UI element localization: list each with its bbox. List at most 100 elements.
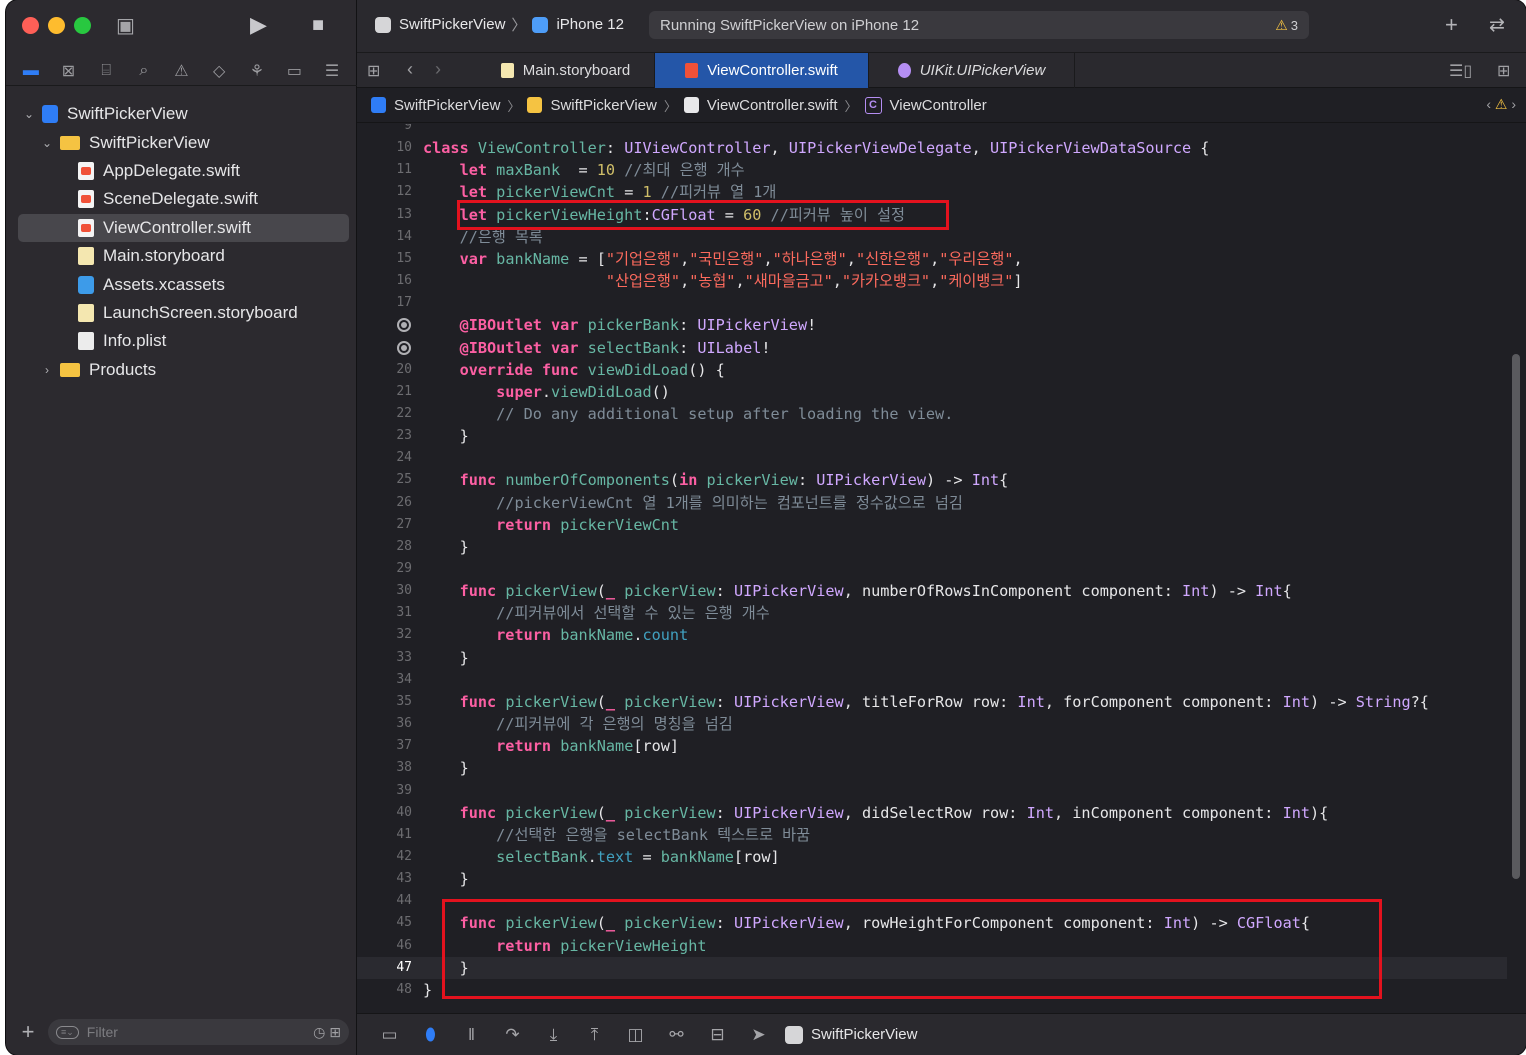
code-line[interactable]: 38 } <box>357 757 1507 779</box>
editor-scrollbar[interactable] <box>1512 354 1520 879</box>
sidebar-item[interactable]: SceneDelegate.swift <box>6 185 357 213</box>
zoom-window-button[interactable] <box>74 17 91 34</box>
related-items-grid-icon[interactable]: ⊞ <box>367 61 380 81</box>
code-line[interactable]: 27 return pickerViewCnt <box>357 514 1507 536</box>
code-line[interactable]: 42 selectBank.text = bankName[row] <box>357 846 1507 868</box>
close-window-button[interactable] <box>22 17 39 34</box>
source-control-icon[interactable]: ⊠ <box>56 61 80 81</box>
chevron-down-icon[interactable]: ⌄ <box>40 136 54 150</box>
sidebar-item[interactable]: Assets.xcassets <box>6 270 357 298</box>
breakpoint-tag-icon[interactable]: ▭ <box>282 61 306 81</box>
view-hierarchy-icon[interactable]: ◫ <box>615 1025 656 1045</box>
environment-overrides-icon[interactable]: ⊟ <box>697 1025 738 1045</box>
filter-input[interactable]: ≡⌄ Filter ◷ ⊞ <box>48 1019 349 1045</box>
chevron-left-icon[interactable]: ‹ <box>1486 96 1491 112</box>
code-line[interactable]: 25 func numberOfComponents(in pickerView… <box>357 469 1507 491</box>
sidebar-item[interactable]: ViewController.swift <box>18 213 349 242</box>
issue-navigation[interactable]: ‹ ⚠ › <box>1486 96 1516 113</box>
source-editor[interactable]: 48} 47 } 46 return pickerViewHeight 45 func… <box>357 124 1526 1013</box>
stop-button-icon[interactable]: ■ <box>312 15 324 35</box>
code-line[interactable]: 15 var bankName = ["기업은행","국민은행","하나은행",… <box>357 248 1507 270</box>
code-line[interactable]: @IBOutlet var selectBank: UILabel! <box>357 337 1507 359</box>
sidebar-item[interactable]: LaunchScreen.storyboard <box>6 299 357 327</box>
tab-viewcontroller-swift[interactable]: ViewController.swift <box>655 53 869 88</box>
code-line[interactable]: 24 <box>357 447 1507 469</box>
filter-options-icon[interactable]: ≡⌄ <box>56 1025 79 1039</box>
code-line[interactable]: 16 "산업은행","농협","새마을금고","카카오뱅크","케이뱅크"] <box>357 270 1507 292</box>
outlet-connection-icon[interactable] <box>397 318 411 333</box>
code-review-icon[interactable]: ⇄ <box>1489 14 1505 37</box>
breadcrumb-group[interactable]: SwiftPickerView <box>527 97 657 114</box>
code-line[interactable]: 35 func pickerView(_ pickerView: UIPicke… <box>357 691 1507 713</box>
tab-uikit-uipickerview[interactable]: UIKit.UIPickerView <box>869 53 1075 88</box>
line-number: 21 <box>396 383 412 399</box>
code-line[interactable]: 9 <box>357 124 1507 137</box>
editor-options-icon[interactable]: ☰▯ <box>1449 61 1472 81</box>
sidebar-item[interactable]: AppDelegate.swift <box>6 157 357 185</box>
code-line[interactable]: 22 // Do any additional setup after load… <box>357 403 1507 425</box>
debug-spray-icon[interactable]: ⚘ <box>245 61 269 81</box>
code-line[interactable]: 37 return bankName[row] <box>357 735 1507 757</box>
breakpoints-toggle-icon[interactable]: ⬮ <box>410 1025 451 1045</box>
scheme-selector[interactable]: SwiftPickerView 〉 iPhone 12 <box>375 14 624 35</box>
step-over-icon[interactable]: ↷ <box>492 1025 533 1045</box>
test-diamond-icon[interactable]: ◇ <box>207 61 231 81</box>
sidebar-item[interactable]: Info.plist <box>6 327 357 355</box>
code-line[interactable]: 32 return bankName.count <box>357 624 1507 646</box>
symbol-navigator-icon[interactable]: ⌸ <box>94 62 118 80</box>
code-line[interactable]: @IBOutlet var pickerBank: UIPickerView! <box>357 314 1507 336</box>
issue-warning-icon[interactable]: ⚠ <box>169 61 193 81</box>
memory-graph-icon[interactable]: ⚯ <box>656 1025 697 1045</box>
code-line[interactable]: 30 func pickerView(_ pickerView: UIPicke… <box>357 580 1507 602</box>
debug-target[interactable]: SwiftPickerView <box>785 1025 917 1044</box>
sidebar-toggle-icon[interactable]: ▣ <box>116 16 135 36</box>
outlet-connection-icon[interactable] <box>397 340 411 355</box>
chevron-left-icon[interactable]: ‹ <box>407 59 413 80</box>
code-line[interactable]: 10 class ViewController: UIViewController… <box>357 137 1507 159</box>
run-button-icon[interactable]: ▶ <box>250 14 267 36</box>
breadcrumb-project[interactable]: SwiftPickerView <box>371 97 500 114</box>
code-line[interactable]: 39 <box>357 780 1507 802</box>
code-line[interactable]: 17 <box>357 292 1507 314</box>
folder-icon[interactable]: ▬ <box>19 62 43 80</box>
code-line[interactable]: 29 <box>357 558 1507 580</box>
code-line[interactable]: 23 } <box>357 425 1507 447</box>
sidebar-item[interactable]: Main.storyboard <box>6 242 357 270</box>
code-line[interactable]: 36 //피커뷰에 각 은행의 명칭을 넘김 <box>357 713 1507 735</box>
code-line[interactable]: 21 super.viewDidLoad() <box>357 381 1507 403</box>
code-line[interactable]: 43 } <box>357 868 1507 890</box>
hide-debug-area-icon[interactable]: ▭ <box>369 1025 410 1045</box>
code-line[interactable]: 31 //피커뷰에서 선택할 수 있는 은행 개수 <box>357 602 1507 624</box>
breadcrumb-file[interactable]: ViewController.swift <box>683 97 837 114</box>
code-text: func pickerView(_ pickerView: UIPickerVi… <box>459 582 1292 601</box>
step-out-icon[interactable]: ⤒ <box>574 1025 615 1045</box>
chevron-right-icon[interactable]: › <box>435 59 441 80</box>
sidebar-item[interactable]: ⌄ SwiftPickerView <box>6 128 357 156</box>
recent-clock-icon[interactable]: ◷ ⊞ <box>313 1024 341 1041</box>
chevron-right-icon[interactable]: › <box>1511 96 1516 112</box>
chevron-right-icon[interactable]: › <box>40 363 54 377</box>
code-line[interactable]: 28 } <box>357 536 1507 558</box>
breadcrumb-class[interactable]: C ViewController <box>864 96 987 114</box>
chevron-down-icon[interactable]: ⌄ <box>22 107 36 121</box>
code-line[interactable]: 34 <box>357 669 1507 691</box>
minimize-window-button[interactable] <box>48 17 65 34</box>
sidebar-item[interactable]: › Products <box>6 356 357 384</box>
add-file-icon[interactable]: + <box>14 1019 42 1045</box>
add-editor-icon[interactable]: ⊞ <box>1497 61 1510 81</box>
code-line[interactable]: 33 } <box>357 647 1507 669</box>
code-line[interactable]: 41 //선택한 은행을 selectBank 텍스트로 바꿈 <box>357 824 1507 846</box>
pause-icon[interactable]: ‖ <box>451 1025 492 1045</box>
code-line[interactable]: 40 func pickerView(_ pickerView: UIPicke… <box>357 802 1507 824</box>
tab-main-storyboard[interactable]: Main.storyboard <box>477 53 655 88</box>
code-line[interactable]: 26 //pickerViewCnt 열 1개를 의미하는 컴포넌트를 정수값으… <box>357 492 1507 514</box>
code-line[interactable]: 11 let maxBank = 10 //최대 은행 개수 <box>357 159 1507 181</box>
warning-badge[interactable]: ⚠ 3 <box>1275 17 1298 34</box>
sidebar-item[interactable]: ⌄ SwiftPickerView <box>6 100 357 128</box>
report-list-icon[interactable]: ☰ <box>320 61 344 81</box>
step-into-icon[interactable]: ⤓ <box>533 1025 574 1045</box>
search-icon[interactable]: ⌕ <box>132 62 156 80</box>
library-add-icon[interactable]: + <box>1445 12 1458 38</box>
code-line[interactable]: 20 override func viewDidLoad() { <box>357 359 1507 381</box>
simulate-location-icon[interactable]: ➤ <box>738 1025 779 1045</box>
